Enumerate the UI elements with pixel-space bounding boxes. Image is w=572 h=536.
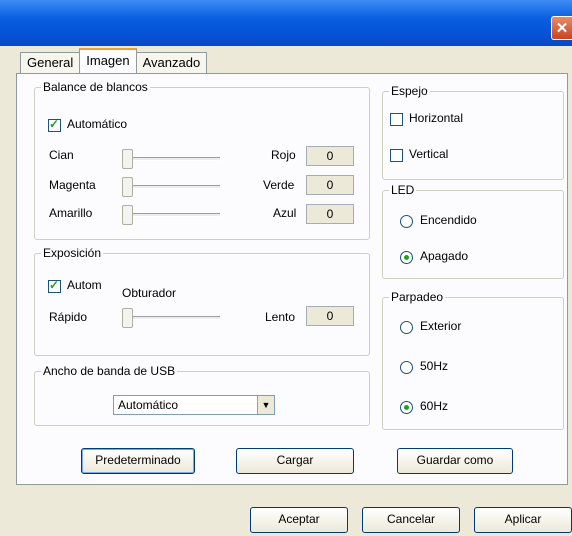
led-off-radio[interactable] <box>400 251 413 264</box>
usb-bandwidth-value: Automático <box>118 398 179 412</box>
green-value: 0 <box>306 175 354 195</box>
magenta-green-slider-thumb[interactable] <box>122 177 133 197</box>
mirror-vertical-checkbox[interactable] <box>390 149 403 162</box>
yellow-blue-slider-track[interactable] <box>125 213 220 217</box>
shutter-slider-track[interactable] <box>125 316 220 320</box>
exposure-auto-checkbox[interactable] <box>48 278 61 293</box>
flicker-60hz-label: 60Hz <box>420 399 449 413</box>
white-balance-legend: Balance de blancos <box>43 80 148 94</box>
yellow-label: Amarillo <box>49 206 93 220</box>
green-label: Verde <box>263 178 295 192</box>
flicker-50hz-label: 50Hz <box>420 359 449 373</box>
red-value: 0 <box>306 146 354 166</box>
load-button[interactable]: Cargar <box>236 448 354 474</box>
chevron-down-icon[interactable]: ▼ <box>257 396 274 414</box>
cyan-label: Cian <box>49 148 74 162</box>
led-on-label: Encendido <box>420 213 477 227</box>
white-balance-auto-checkbox[interactable] <box>48 117 61 132</box>
white-balance-auto-label: Automático <box>67 117 128 131</box>
shutter-value: 0 <box>306 306 354 326</box>
magenta-green-slider-track[interactable] <box>125 185 220 189</box>
led-off-label: Apagado <box>420 249 469 263</box>
usb-bandwidth-legend: Ancho de banda de USB <box>43 364 176 378</box>
led-on-radio[interactable] <box>400 215 413 228</box>
flicker-outdoor-label: Exterior <box>420 319 462 333</box>
mirror-horizontal-checkbox[interactable] <box>390 113 403 126</box>
flicker-outdoor-radio[interactable] <box>400 321 413 334</box>
magenta-label: Magenta <box>49 178 96 192</box>
exposure-legend: Exposición <box>43 246 102 260</box>
slow-label: Lento <box>265 310 296 324</box>
usb-bandwidth-select[interactable]: Automático ▼ <box>113 395 275 415</box>
flicker-legend: Parpadeo <box>391 290 444 304</box>
save-as-button[interactable]: Guardar como <box>397 448 513 474</box>
tab-panel-imagen: Balance de blancos Automático Cian Rojo … <box>16 73 568 485</box>
shutter-slider-thumb[interactable] <box>122 308 133 328</box>
mirror-group: Espejo <box>382 84 564 180</box>
led-legend: LED <box>391 183 415 197</box>
exposure-group: Exposición <box>34 246 370 356</box>
cyan-red-slider-track[interactable] <box>125 157 220 161</box>
exposure-auto-label: Autom <box>67 278 102 292</box>
tab-avanzado[interactable]: Avanzado <box>135 52 208 73</box>
mirror-vertical-label: Vertical <box>409 147 449 161</box>
yellow-blue-slider-thumb[interactable] <box>122 205 133 225</box>
apply-button[interactable]: Aplicar <box>474 507 572 533</box>
mirror-legend: Espejo <box>391 84 428 98</box>
fast-label: Rápido <box>49 310 88 324</box>
flicker-50hz-radio[interactable] <box>400 361 413 374</box>
cancel-button[interactable]: Cancelar <box>362 507 460 533</box>
tab-general[interactable]: General <box>20 52 81 73</box>
tab-imagen[interactable]: Imagen <box>79 48 137 73</box>
red-label: Rojo <box>271 148 296 162</box>
ok-button[interactable]: Aceptar <box>250 507 348 533</box>
mirror-horizontal-label: Horizontal <box>409 111 464 125</box>
led-group: LED <box>382 183 564 279</box>
close-button[interactable]: ✕ <box>551 16 572 40</box>
title-bar: ✕ <box>0 0 572 46</box>
shutter-label: Obturador <box>122 286 177 300</box>
default-button[interactable]: Predeterminado <box>81 448 195 474</box>
close-icon: ✕ <box>555 20 569 37</box>
blue-value: 0 <box>306 204 354 224</box>
blue-label: Azul <box>273 206 297 220</box>
flicker-60hz-radio[interactable] <box>400 401 413 414</box>
tab-strip: General Imagen Avanzado <box>20 48 208 73</box>
cyan-red-slider-thumb[interactable] <box>122 149 133 169</box>
